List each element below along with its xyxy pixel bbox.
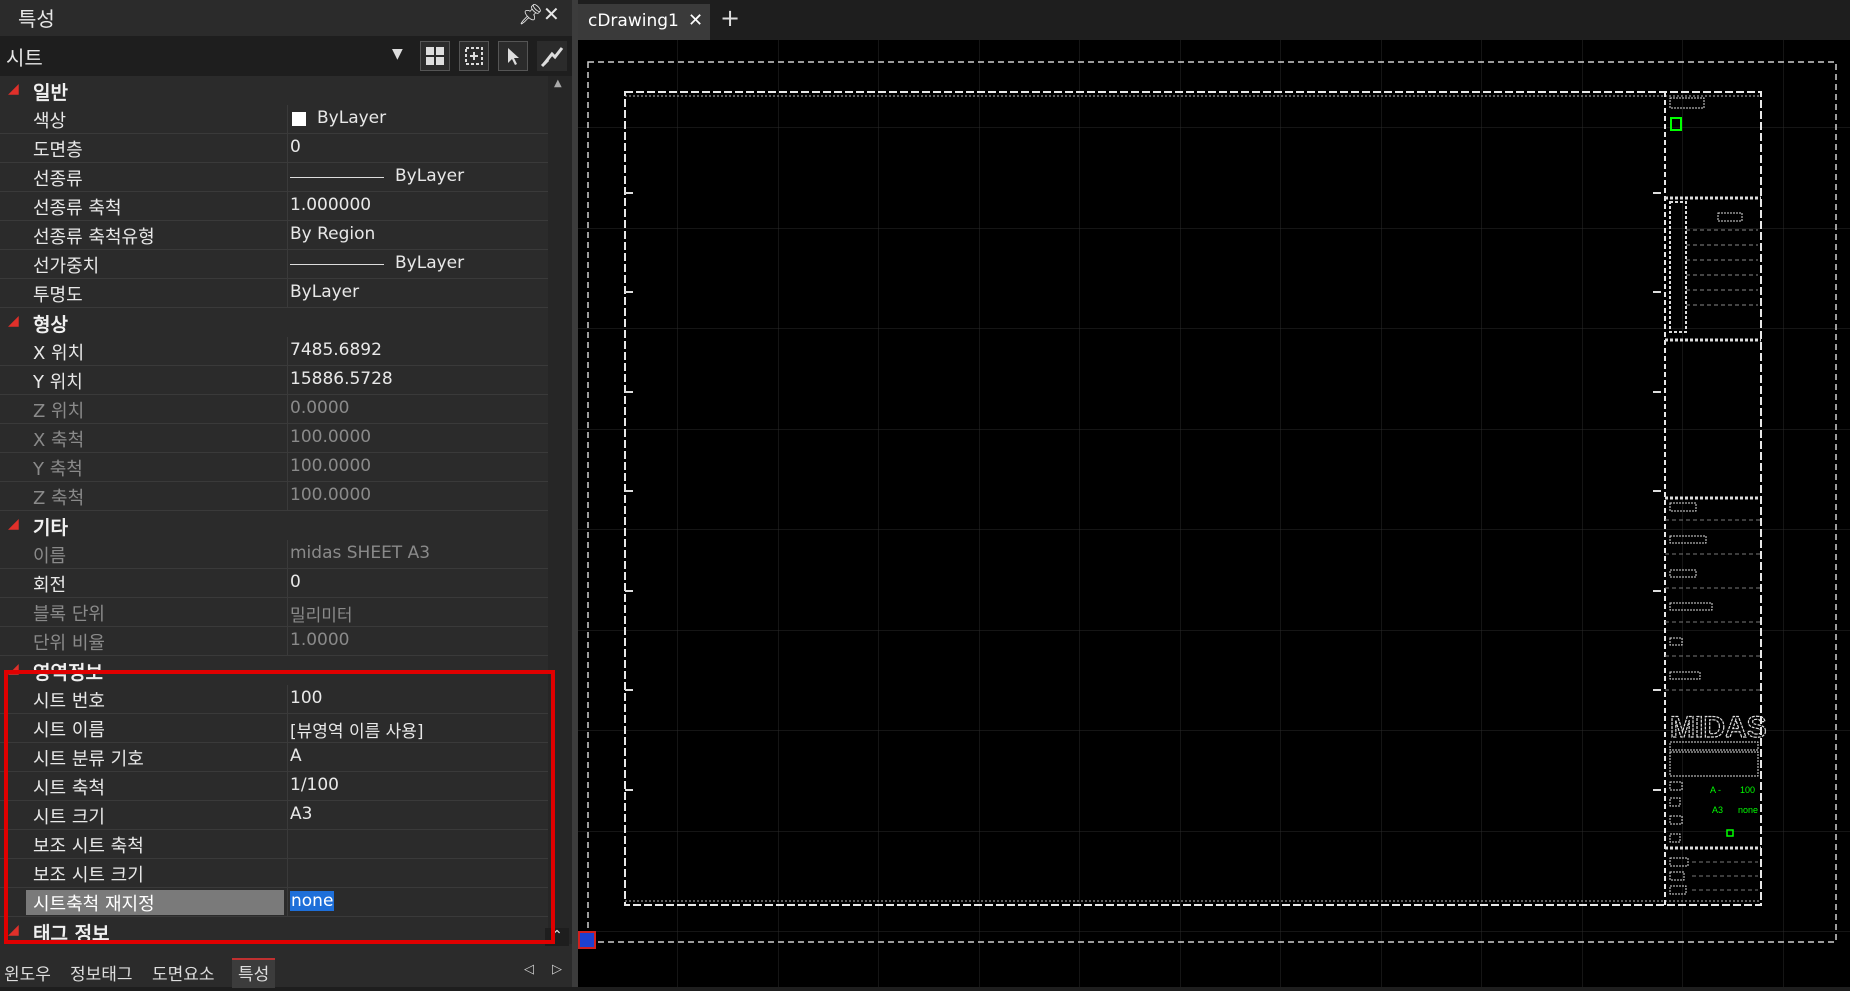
- property-row-sub-sheet-scale[interactable]: 보조 시트 축척: [0, 830, 548, 859]
- chevron-down-icon[interactable]: ▼: [392, 46, 403, 62]
- tab-cdrawing1[interactable]: cDrawing1 ✕: [578, 4, 710, 40]
- match-properties-icon[interactable]: [537, 41, 567, 71]
- property-row-x-scale: X 축척 100.0000: [0, 424, 548, 453]
- scroll-up-icon[interactable]: ▲: [554, 78, 562, 89]
- title-cell-size: A3: [1712, 805, 1723, 815]
- scrollbar-thumb[interactable]: [554, 388, 566, 548]
- property-row-rotation[interactable]: 회전 0: [0, 569, 548, 598]
- drawing-svg: MIDAS A - 100 A3 none: [578, 40, 1850, 987]
- category-tag-info[interactable]: ◢ 태그 정보: [0, 917, 548, 944]
- color-swatch: [292, 112, 306, 126]
- close-icon[interactable]: ✕: [543, 2, 560, 26]
- sheet-rescale-input[interactable]: none: [290, 891, 335, 911]
- title-cell-class: A -: [1710, 785, 1721, 795]
- collapse-triangle-icon[interactable]: ◢: [8, 922, 19, 938]
- bottom-tab-bar: 윈도우 정보태그 도면요소 특성 ◁ ▷: [0, 958, 572, 988]
- vertical-scrollbar[interactable]: ▲ ⌃: [545, 76, 572, 946]
- select-objects-icon[interactable]: [459, 41, 489, 71]
- new-tab-icon[interactable]: +: [720, 4, 740, 32]
- property-row-linetype[interactable]: 선종류 ByLayer: [0, 163, 548, 192]
- pick-icon[interactable]: [498, 41, 528, 71]
- property-row-sheet-size[interactable]: 시트 크기 A3: [0, 801, 548, 830]
- midas-logo: MIDAS: [1670, 711, 1767, 744]
- pin-icon[interactable]: 📌︎: [518, 2, 543, 26]
- tab-info-tag[interactable]: 정보태그: [70, 960, 133, 985]
- property-row-transparency[interactable]: 투명도 ByLayer: [0, 279, 548, 308]
- property-row-block-unit: 블록 단위 밀리미터: [0, 598, 548, 627]
- property-row-y-position[interactable]: Y 위치 15886.5728: [0, 366, 548, 395]
- tab-scroll-left-icon[interactable]: ◁: [524, 962, 534, 977]
- panel-header: 특성 📌︎ ✕: [0, 0, 572, 32]
- object-type-selector[interactable]: 시트 ▼: [0, 36, 572, 76]
- scroll-down-icon[interactable]: ⌃: [545, 928, 569, 946]
- category-misc[interactable]: ◢ 기타: [0, 511, 548, 540]
- property-row-sheet-scale[interactable]: 시트 축척 1/100: [0, 772, 548, 801]
- collapse-triangle-icon[interactable]: ◢: [8, 313, 19, 329]
- document-tab-bar: cDrawing1 ✕ +: [578, 0, 1850, 40]
- property-row-linetype-scale[interactable]: 선종류 축척 1.000000: [0, 192, 548, 221]
- property-row-sheet-number[interactable]: 시트 번호 100: [0, 685, 548, 714]
- property-row-sheet-name[interactable]: 시트 이름 [뷰영역 이름 사용]: [0, 714, 548, 743]
- insertion-grip[interactable]: [578, 931, 596, 949]
- linetype-preview: [290, 177, 384, 178]
- property-row-sheet-rescale[interactable]: 시트축척 재지정 none: [0, 888, 548, 917]
- collapse-triangle-icon[interactable]: ◢: [8, 661, 19, 677]
- tab-scroll-right-icon[interactable]: ▷: [552, 962, 562, 977]
- title-cell-number: 100: [1740, 785, 1755, 795]
- drawing-canvas[interactable]: MIDAS A - 100 A3 none: [578, 40, 1850, 987]
- property-row-layer[interactable]: 도면층 0: [0, 134, 548, 163]
- category-general[interactable]: ◢ 일반: [0, 76, 548, 105]
- tab-properties[interactable]: 특성: [232, 958, 276, 988]
- tab-drawing-elements[interactable]: 도면요소: [152, 960, 215, 985]
- property-row-lineweight[interactable]: 선가중치 ByLayer: [0, 250, 548, 279]
- property-row-z-position: Z 위치 0.0000: [0, 395, 548, 424]
- property-row-color[interactable]: 색상 ByLayer: [0, 105, 548, 134]
- property-row-sub-sheet-size[interactable]: 보조 시트 크기: [0, 859, 548, 888]
- selector-value: 시트: [6, 46, 43, 70]
- property-row-sheet-class[interactable]: 시트 분류 기호 A: [0, 743, 548, 772]
- collapse-triangle-icon[interactable]: ◢: [8, 81, 19, 97]
- property-row-y-scale: Y 축척 100.0000: [0, 453, 548, 482]
- property-row-linetype-scale-type[interactable]: 선종류 축척유형 By Region: [0, 221, 548, 250]
- property-row-unit-ratio: 단위 비율 1.0000: [0, 627, 548, 656]
- collapse-triangle-icon[interactable]: ◢: [8, 516, 19, 532]
- close-tab-icon[interactable]: ✕: [688, 10, 703, 31]
- category-area-info[interactable]: ◢ 영역정보: [0, 656, 548, 685]
- title-cell-rescale: none: [1738, 805, 1758, 815]
- grid-lines: [578, 40, 1850, 987]
- category-geometry[interactable]: ◢ 형상: [0, 308, 548, 337]
- quick-select-icon[interactable]: [420, 41, 450, 71]
- panel-title: 특성: [18, 7, 55, 31]
- property-row-x-position[interactable]: X 위치 7485.6892: [0, 337, 548, 366]
- property-row-z-scale: Z 축척 100.0000: [0, 482, 548, 511]
- properties-panel: 특성 📌︎ ✕ 시트 ▼ ◢ 일반 색상 ByLayer 도면층 0 선종류 ByLay…: [0, 0, 572, 988]
- tab-window[interactable]: 윈도우: [4, 960, 51, 985]
- property-grid: ◢ 일반 색상 ByLayer 도면층 0 선종류 ByLayer 선종류 축척 1.00…: [0, 76, 548, 944]
- lineweight-preview: [290, 264, 384, 265]
- property-row-name: 이름 midas SHEET A3: [0, 540, 548, 569]
